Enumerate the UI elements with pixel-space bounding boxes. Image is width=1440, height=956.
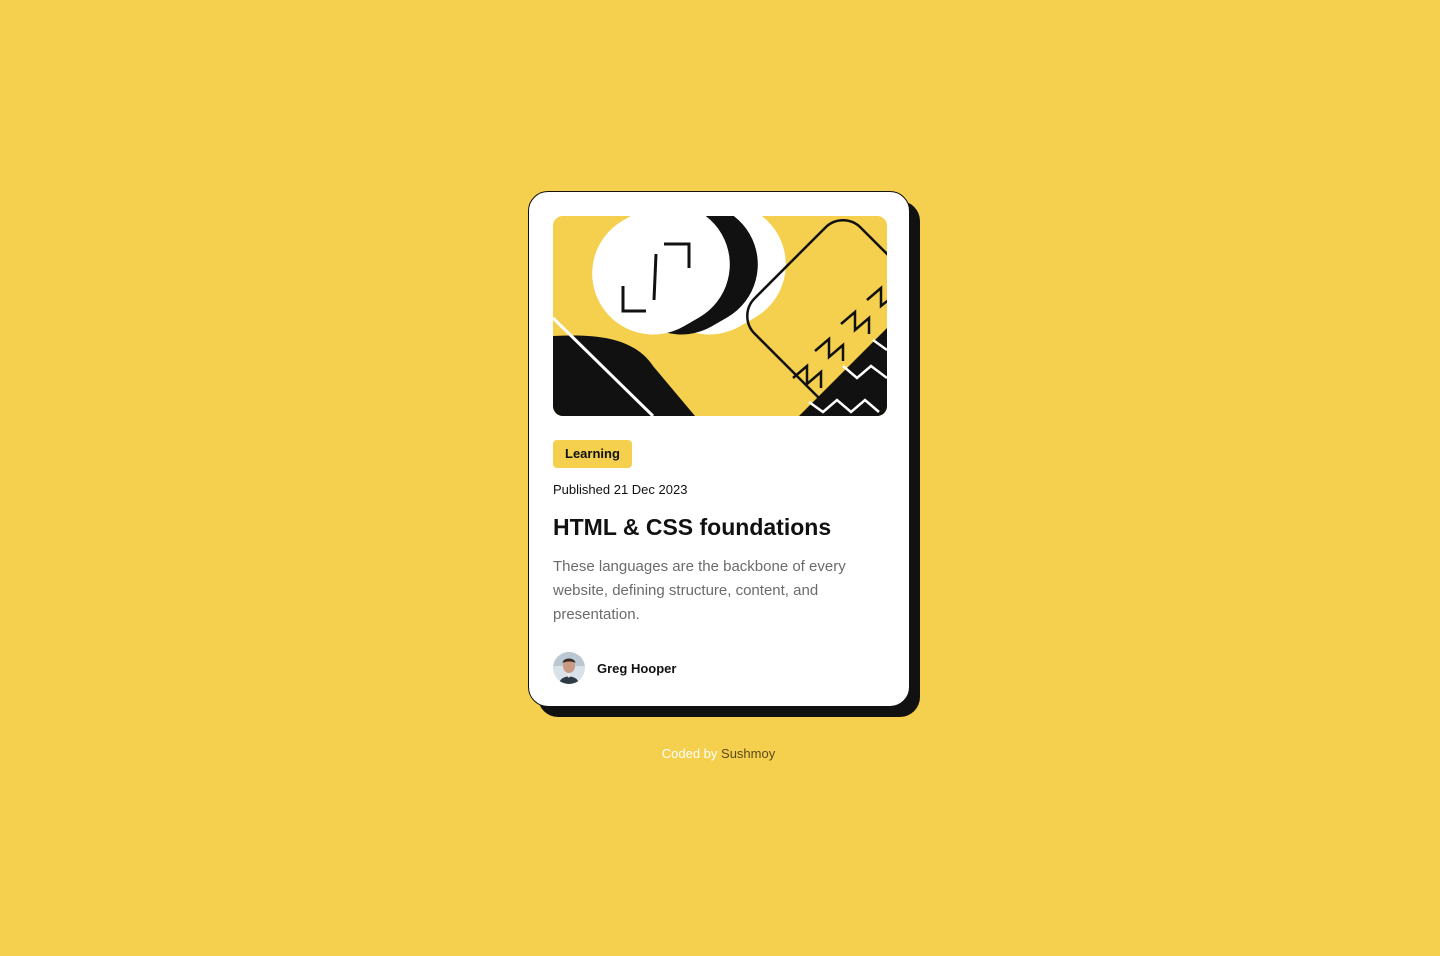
attribution-prefix: Coded by bbox=[661, 746, 718, 761]
attribution: Coded by Sushmoy bbox=[0, 745, 1437, 763]
blog-preview-card: Learning Published 21 Dec 2023 HTML & CS… bbox=[528, 191, 910, 707]
category-badge: Learning bbox=[553, 440, 632, 468]
published-date: Published 21 Dec 2023 bbox=[553, 482, 688, 497]
card-title[interactable]: HTML & CSS foundations bbox=[553, 511, 831, 543]
avatar bbox=[553, 652, 585, 684]
author-info: Greg Hooper bbox=[553, 652, 676, 684]
author-name: Greg Hooper bbox=[597, 660, 677, 676]
card-description: These languages are the backbone of ever… bbox=[553, 558, 846, 623]
hero-illustration bbox=[553, 216, 887, 416]
attribution-author-link[interactable]: Sushmoy bbox=[721, 746, 775, 761]
